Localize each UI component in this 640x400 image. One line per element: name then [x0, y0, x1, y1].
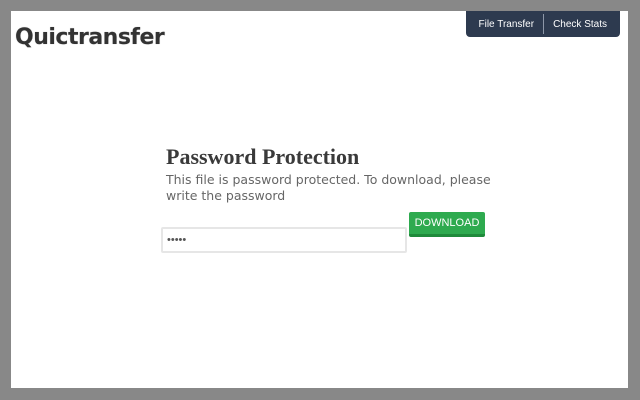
- page-title: Password Protection: [166, 144, 360, 169]
- nav-check-stats[interactable]: Check Stats: [544, 19, 616, 30]
- top-nav: File Transfer Check Stats: [465, 11, 620, 37]
- page-frame: Quictransfer File Transfer Check Stats P…: [11, 11, 628, 388]
- password-description: This file is password protected. To down…: [166, 172, 491, 203]
- nav-file-transfer[interactable]: File Transfer: [470, 19, 544, 30]
- site-logo[interactable]: Quictransfer: [15, 25, 165, 50]
- download-button[interactable]: DOWNLOAD: [409, 212, 485, 237]
- password-input[interactable]: [161, 227, 407, 253]
